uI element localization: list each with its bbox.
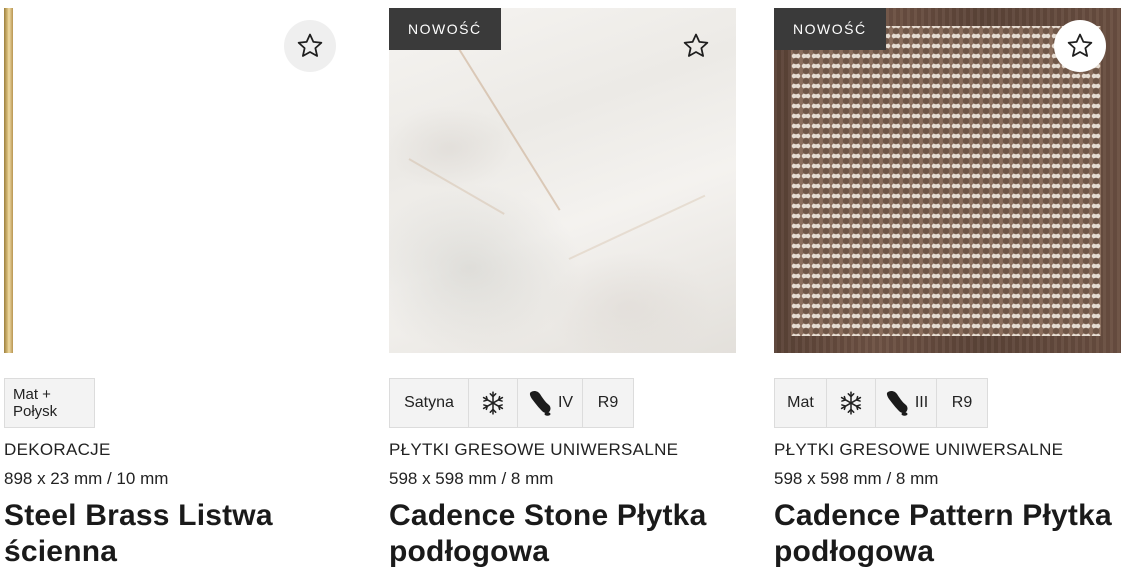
product-dimensions: 898 x 23 mm / 10 mm <box>4 469 169 488</box>
product-category: DEKORACJE <box>4 440 111 459</box>
favorite-button[interactable] <box>670 20 722 72</box>
favorite-button[interactable] <box>1054 20 1106 72</box>
attribute-finish: Mat + Połysk <box>4 378 95 428</box>
footprint-icon <box>529 390 551 416</box>
attribute-slip-resistance: R9 <box>936 378 988 428</box>
star-icon <box>1067 33 1093 57</box>
attribute-frost-resistant <box>468 378 518 428</box>
attribute-list: Satyna IV R9 <box>389 378 634 430</box>
attribute-abrasion-class: III <box>875 378 937 428</box>
product-dimensions: 598 x 598 mm / 8 mm <box>774 469 939 488</box>
star-icon <box>683 33 709 57</box>
favorite-button[interactable] <box>284 20 336 72</box>
attribute-abrasion-class: IV <box>517 378 583 428</box>
new-badge: NOWOŚĆ <box>389 8 501 50</box>
product-category: PŁYTKI GRESOWE UNIWERSALNE <box>389 440 679 459</box>
product-title[interactable]: Steel Brass Listwa ścienna <box>4 498 351 570</box>
attribute-slip-resistance: R9 <box>582 378 634 428</box>
attribute-frost-resistant <box>826 378 876 428</box>
pattern-inlay <box>791 26 1101 336</box>
snowflake-icon <box>840 391 862 415</box>
product-title[interactable]: Cadence Stone Płytka podłogowa <box>389 498 736 570</box>
attribute-list: Mat III R9 <box>774 378 988 430</box>
attribute-finish: Mat <box>774 378 827 428</box>
product-card-steel-brass[interactable]: Mat + Połysk DEKORACJE 898 x 23 mm / 10 … <box>4 0 351 576</box>
product-card-cadence-pattern[interactable]: NOWOŚĆ Mat III R9 PŁYTKI GRESOWE UNIWERS… <box>774 0 1121 576</box>
footprint-icon <box>886 390 908 416</box>
product-dimensions: 598 x 598 mm / 8 mm <box>389 469 554 488</box>
brass-strip-image <box>4 8 13 353</box>
snowflake-icon <box>482 391 504 415</box>
product-category: PŁYTKI GRESOWE UNIWERSALNE <box>774 440 1064 459</box>
star-icon <box>297 33 323 57</box>
product-title[interactable]: Cadence Pattern Płytka podłogowa <box>774 498 1121 570</box>
attribute-finish: Satyna <box>389 378 469 428</box>
attribute-list: Mat + Połysk <box>4 378 95 430</box>
new-badge: NOWOŚĆ <box>774 8 886 50</box>
product-card-cadence-stone[interactable]: NOWOŚĆ Satyna IV R9 PŁYTKI GRESOWE UNIWE… <box>389 0 736 576</box>
